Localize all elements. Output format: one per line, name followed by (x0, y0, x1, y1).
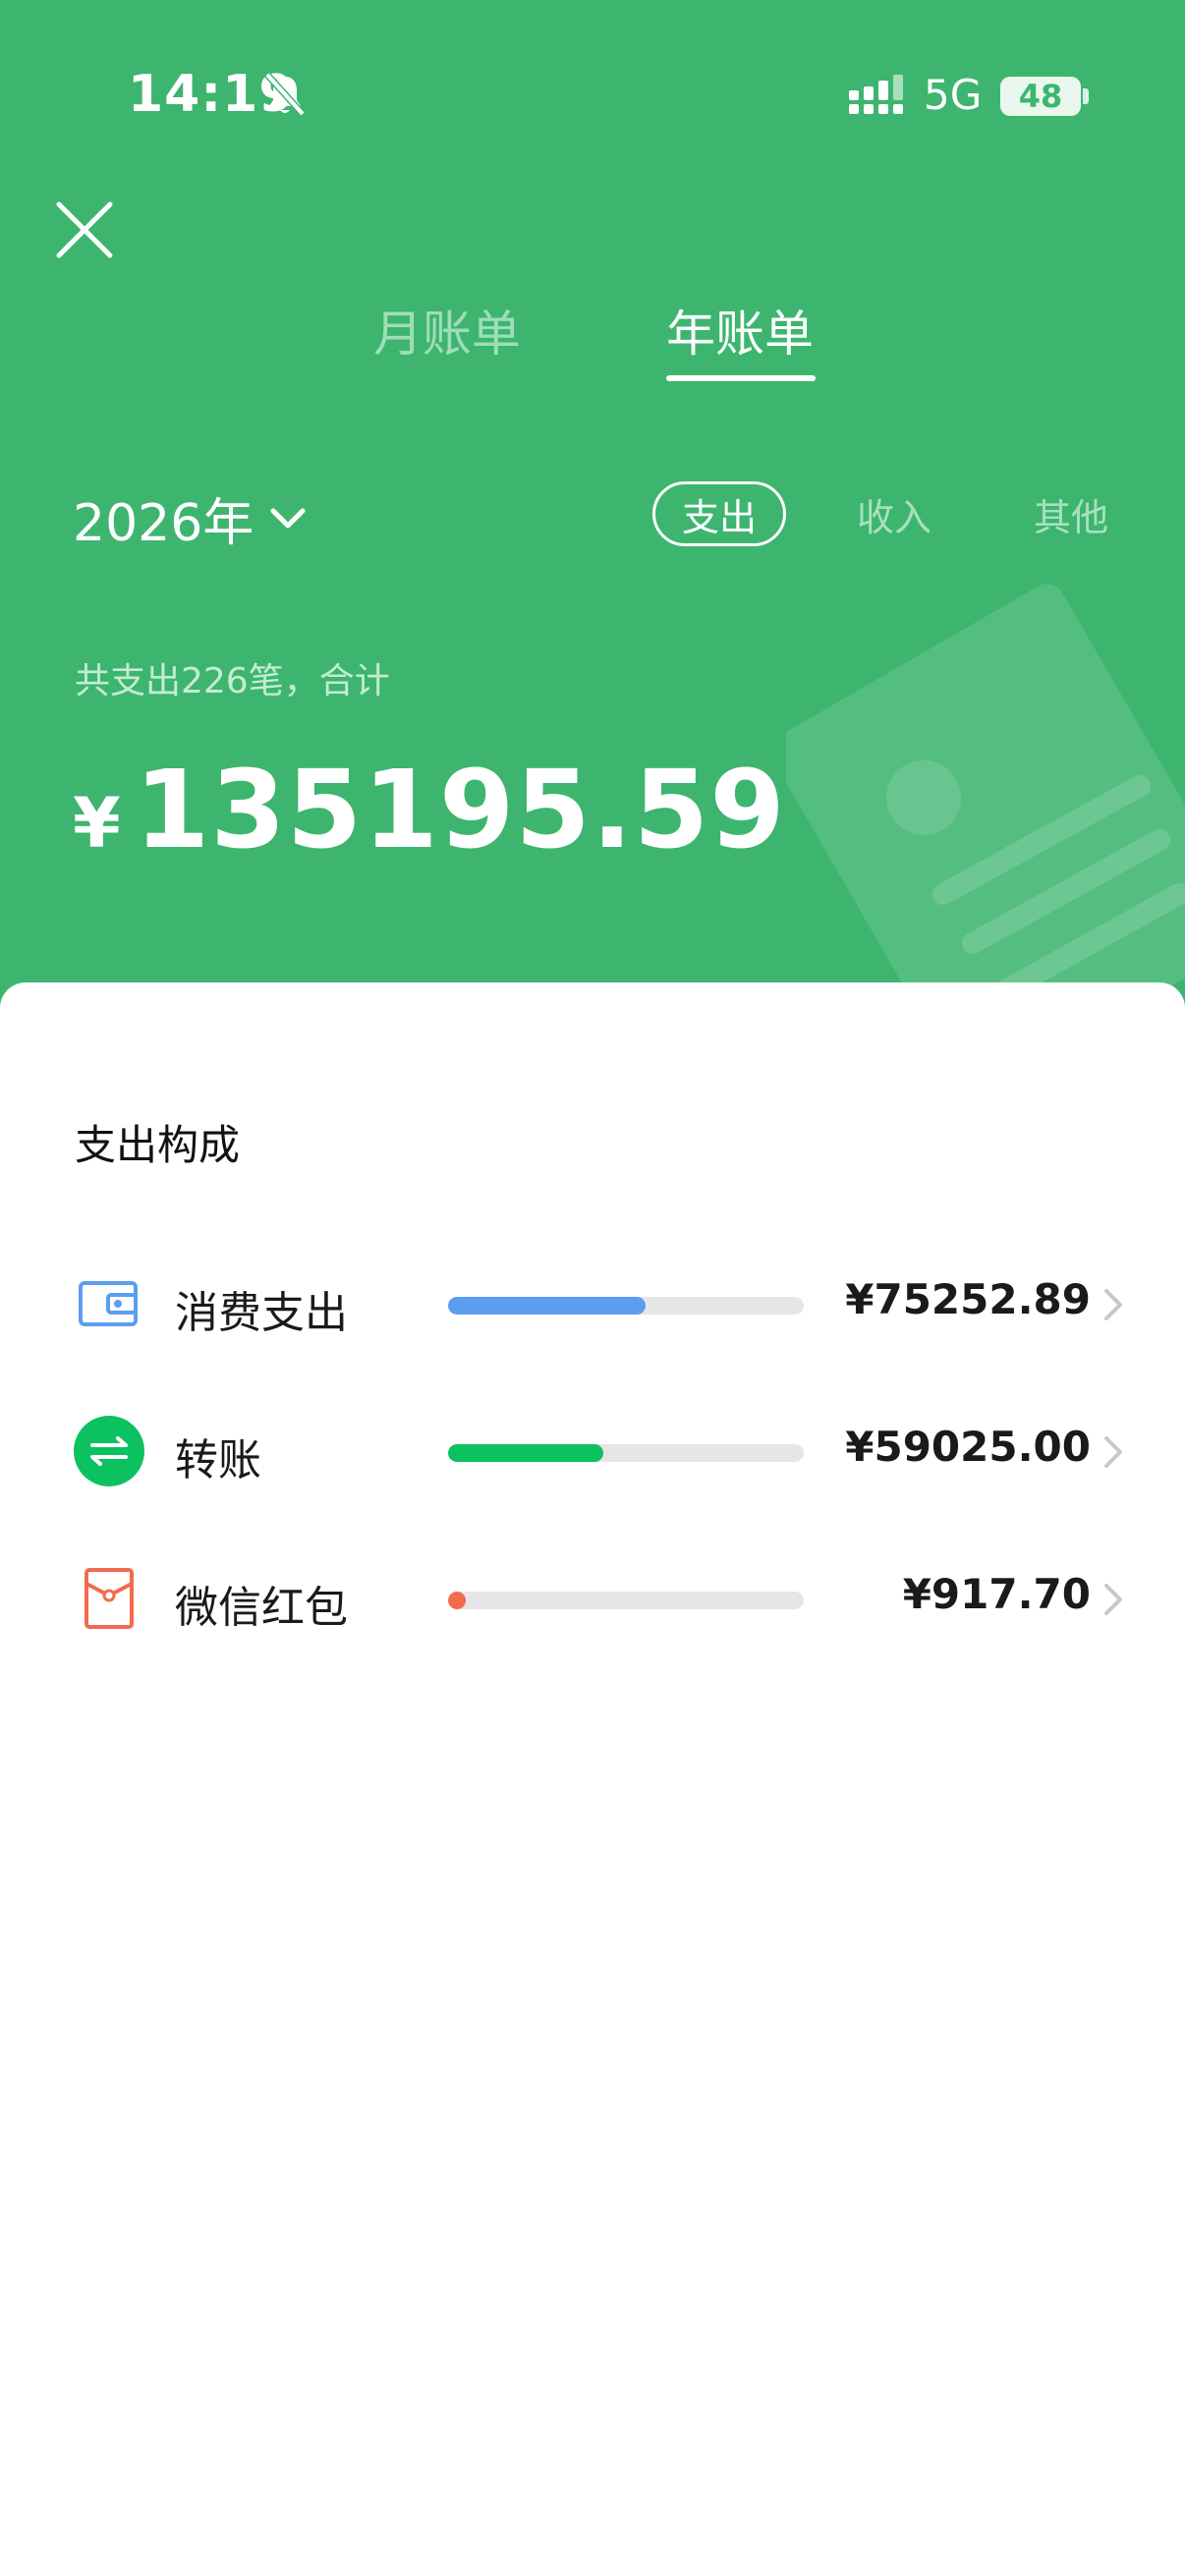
progress-fill (448, 1592, 466, 1609)
section-title: 支出构成 (75, 1121, 241, 1169)
row-label: 消费支出 (175, 1288, 348, 1338)
close-icon[interactable] (55, 200, 114, 259)
active-tab-indicator (666, 375, 816, 381)
network-label: 5G (924, 71, 983, 119)
row-amount: ¥75252.89 (845, 1275, 1091, 1323)
total-value: 135195.59 (134, 747, 786, 872)
year-label: 2026年 (73, 494, 254, 553)
breakdown-row-red-packet[interactable]: 微信红包 ¥917.70 (0, 1544, 1185, 1652)
filter-other-label: 其他 (1033, 495, 1108, 539)
battery-indicator: 48 (1000, 77, 1081, 116)
filter-expense-label: 支出 (681, 495, 757, 539)
chevron-right-icon (1104, 1584, 1122, 1615)
filter-expense-button[interactable]: 支出 (652, 481, 786, 546)
progress-track (448, 1444, 804, 1462)
filter-other-button[interactable]: 其他 (1032, 481, 1110, 546)
progress-track (448, 1297, 804, 1315)
header: 14:19 5G 48 月账单 年账单 2026年 支出 收入 其他 共支出22… (0, 0, 1185, 1022)
progress-fill (448, 1444, 603, 1462)
year-selector[interactable]: 2026年 (73, 481, 307, 555)
breakdown-sheet: 支出构成 消费支出 ¥75252.89 转账 ¥59025.00 微信红包 ¥9… (0, 982, 1185, 2576)
breakdown-row-transfer[interactable]: 转账 ¥59025.00 (0, 1397, 1185, 1505)
battery-level: 48 (1018, 78, 1063, 115)
row-label: 转账 (175, 1435, 261, 1485)
filter-income-label: 收入 (856, 495, 931, 539)
signal-icon (849, 75, 903, 114)
progress-fill (448, 1297, 646, 1315)
row-amount: ¥917.70 (902, 1570, 1091, 1618)
chevron-right-icon (1104, 1289, 1122, 1320)
currency-symbol: ¥ (73, 783, 121, 864)
tab-monthly-bill[interactable]: 月账单 (373, 295, 521, 365)
chevron-right-icon (1104, 1436, 1122, 1468)
row-label: 微信红包 (175, 1583, 348, 1633)
breakdown-row-consumption[interactable]: 消费支出 ¥75252.89 (0, 1250, 1185, 1358)
red-packet-icon (85, 1568, 134, 1629)
bill-illustration-icon (786, 584, 1185, 1022)
tab-yearly-bill[interactable]: 年账单 (666, 295, 814, 365)
row-amount: ¥59025.00 (845, 1423, 1091, 1471)
bell-muted-icon (264, 72, 306, 117)
expense-summary-text: 共支出226笔，合计 (75, 661, 390, 701)
filter-income-button[interactable]: 收入 (855, 481, 933, 546)
transfer-icon (74, 1416, 144, 1486)
total-amount: ¥ 135195.59 (73, 747, 786, 872)
wallet-icon (79, 1281, 138, 1326)
progress-track (448, 1592, 804, 1609)
chevron-down-icon (270, 508, 306, 528)
battery-cap (1083, 88, 1089, 104)
